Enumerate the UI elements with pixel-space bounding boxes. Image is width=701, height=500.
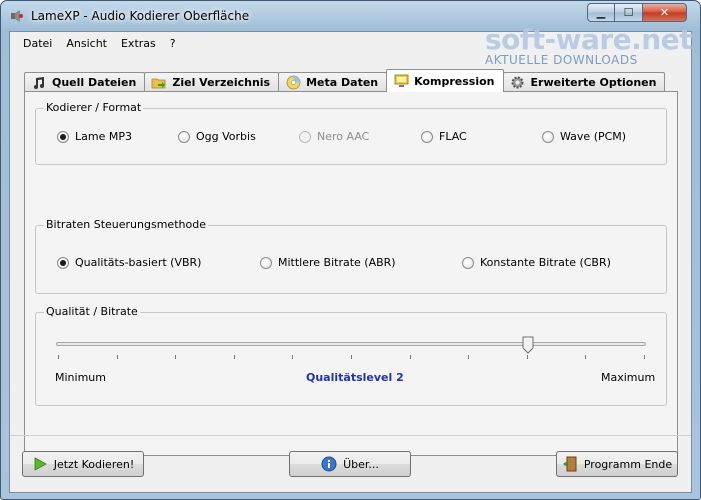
radio-flac[interactable]: FLAC — [421, 130, 467, 143]
radio-button — [299, 130, 311, 143]
quality-group-title: Qualität / Bitrate — [44, 305, 140, 318]
encoder-group: Kodierer / Format Lame MP3 Ogg Vorbis Ne… — [35, 101, 667, 165]
tab-label: Kompression — [414, 74, 495, 88]
slider-tick — [117, 355, 118, 359]
radio-button[interactable] — [542, 130, 554, 143]
tab-meta-daten[interactable]: Meta Daten — [278, 72, 388, 92]
slider-tick — [585, 355, 586, 359]
about-button-label: Über... — [343, 457, 379, 471]
cd-icon — [285, 75, 301, 91]
music-note-icon — [31, 75, 47, 91]
app-speaker-icon — [11, 10, 23, 22]
slider-tick — [644, 355, 645, 359]
radio-lame-mp3[interactable]: Lame MP3 — [57, 130, 132, 143]
slider-tick — [468, 355, 469, 359]
play-icon — [32, 456, 48, 472]
radio-label: Konstante Bitrate (CBR) — [480, 256, 611, 269]
radio-nero-aac: Nero AAC — [299, 130, 369, 143]
tab-quell-dateien[interactable]: Quell Dateien — [24, 72, 146, 92]
slider-tick — [527, 355, 528, 359]
quality-group: Qualität / Bitrate — [35, 305, 667, 406]
tab-erweiterte-optionen[interactable]: Erweiterte Optionen — [502, 72, 666, 92]
maximize-icon: ☐ — [623, 6, 634, 19]
quality-slider-thumb[interactable] — [522, 336, 534, 354]
encode-now-button[interactable]: Jetzt Kodieren! — [22, 451, 144, 477]
info-icon — [321, 456, 337, 472]
slider-tick — [175, 355, 176, 359]
minimize-icon: ▁ — [596, 6, 606, 19]
radio-cbr[interactable]: Konstante Bitrate (CBR) — [462, 256, 611, 269]
menu-datei[interactable]: Datei — [16, 35, 59, 52]
radio-label: Ogg Vorbis — [196, 130, 256, 143]
radio-vbr[interactable]: Qualitäts-basiert (VBR) — [57, 256, 201, 269]
bitrate-group: Bitraten Steuerungsmethode Qualitäts-bas… — [35, 218, 667, 294]
tab-kompression[interactable]: Kompression — [386, 69, 504, 92]
radio-button[interactable] — [57, 256, 69, 269]
gear-icon — [510, 75, 526, 91]
bitrate-group-title: Bitraten Steuerungsmethode — [44, 218, 208, 231]
radio-button[interactable] — [462, 256, 474, 269]
exit-button-label: Programm Ende — [583, 457, 673, 471]
watermark-tagline: AKTUELLE DOWNLOADS — [485, 53, 638, 67]
radio-wave-pcm[interactable]: Wave (PCM) — [542, 130, 626, 143]
kompression-panel: Kodierer / Format Lame MP3 Ogg Vorbis Ne… — [24, 91, 678, 456]
tab-bar: Quell Dateien Ziel Verzeichnis Meta Date… — [24, 69, 666, 92]
radio-button[interactable] — [57, 130, 69, 143]
encoder-group-title: Kodierer / Format — [44, 101, 144, 114]
window-title: LameXP - Audio Kodierer Oberfläche — [31, 9, 250, 23]
radio-label: Mittlere Bitrate (ABR) — [278, 256, 396, 269]
encode-button-label: Jetzt Kodieren! — [53, 457, 135, 471]
tab-label: Ziel Verzeichnis — [172, 76, 271, 89]
watermark-brand: soft-ware.net — [485, 23, 693, 56]
radio-label: Wave (PCM) — [560, 130, 627, 143]
radio-button[interactable] — [260, 256, 272, 269]
close-icon: ✕ — [659, 6, 670, 19]
slider-tick — [410, 355, 411, 359]
folder-arrow-icon — [151, 75, 167, 91]
client-area: Datei Ansicht Extras ? Quell Dateien Zie… — [9, 31, 692, 493]
slider-tick — [234, 355, 235, 359]
menu-ansicht[interactable]: Ansicht — [59, 35, 114, 52]
about-button[interactable]: Über... — [289, 451, 411, 477]
separator — [10, 435, 691, 436]
minimize-button[interactable]: ▁ — [587, 3, 615, 22]
slider-tick — [58, 355, 59, 359]
radio-label: Qualitäts-basiert (VBR) — [75, 256, 202, 269]
radio-abr[interactable]: Mittlere Bitrate (ABR) — [260, 256, 396, 269]
close-button[interactable]: ✕ — [643, 3, 687, 22]
radio-label: Lame MP3 — [75, 130, 132, 143]
radio-button[interactable] — [178, 130, 190, 143]
slider-tick — [292, 355, 293, 359]
radio-label: Nero AAC — [317, 130, 370, 143]
quality-level-label: Qualitätslevel 2 — [306, 371, 404, 384]
menu-extras[interactable]: Extras — [114, 35, 163, 52]
quality-slider-track[interactable] — [56, 342, 646, 346]
tab-ziel-verzeichnis[interactable]: Ziel Verzeichnis — [144, 72, 280, 92]
app-window: LameXP - Audio Kodierer Oberfläche ▁ ☐ ✕… — [0, 0, 701, 500]
maximize-button[interactable]: ☐ — [615, 3, 643, 22]
tab-label: Meta Daten — [306, 76, 379, 89]
radio-button[interactable] — [421, 130, 433, 143]
radio-ogg-vorbis[interactable]: Ogg Vorbis — [178, 130, 256, 143]
exit-button[interactable]: Programm Ende — [556, 451, 678, 477]
radio-label: FLAC — [439, 130, 467, 143]
menu-help[interactable]: ? — [163, 35, 183, 52]
tab-label: Quell Dateien — [52, 76, 137, 89]
exit-door-icon — [562, 456, 578, 472]
tab-label: Erweiterte Optionen — [530, 76, 657, 89]
slider-max-label: Maximum — [601, 371, 656, 384]
slider-tick — [351, 355, 352, 359]
monitor-icon — [393, 73, 409, 89]
slider-min-label: Minimum — [55, 371, 106, 384]
